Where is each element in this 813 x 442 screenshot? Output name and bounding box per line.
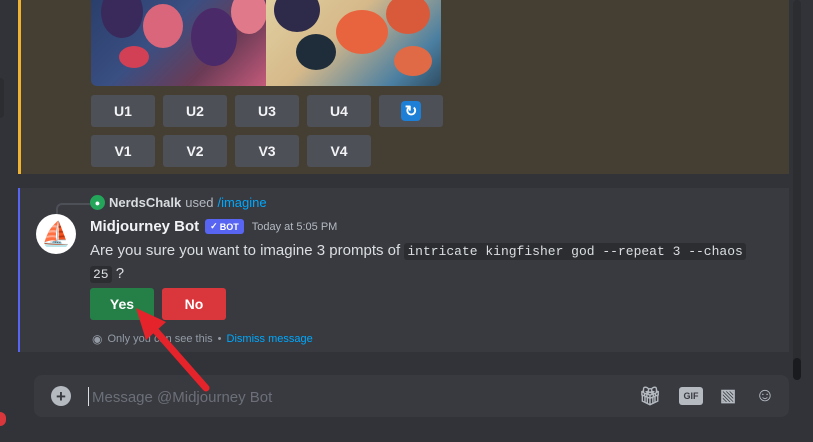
image-left[interactable]: [91, 0, 267, 86]
u2-button[interactable]: U2: [163, 95, 227, 127]
discord-avatar-icon: ●: [90, 195, 105, 210]
u1-button[interactable]: U1: [91, 95, 155, 127]
fig-shape: [143, 4, 183, 48]
reply-connector: [56, 203, 90, 215]
ephemeral-note: Only you can see this: [107, 333, 213, 345]
reply-command[interactable]: /imagine: [217, 195, 266, 210]
fig-shape: [274, 0, 320, 32]
message-text-prefix: Are you sure you want to imagine 3 promp…: [90, 242, 401, 259]
fig-shape: [191, 8, 237, 66]
fig-shape: [394, 46, 432, 76]
message-timestamp: Today at 5:05 PM: [251, 220, 338, 233]
v3-button[interactable]: V3: [235, 135, 299, 167]
reply-action: used: [185, 195, 214, 210]
message-body: Are you sure you want to imagine 3 promp…: [90, 240, 750, 286]
reply-username[interactable]: NerdsChalk: [109, 195, 181, 210]
dismiss-message-link[interactable]: Dismiss message: [227, 333, 313, 345]
confirmation-message: ● NerdsChalk used /imagine ⛵ Midjourney …: [18, 188, 789, 352]
eye-icon: ◉: [92, 332, 103, 346]
rail-pill: [0, 78, 4, 118]
message-composer: + 🎁︎ GIF ▧ ☺: [34, 375, 789, 417]
fig-shape: [336, 10, 388, 54]
u3-button[interactable]: U3: [235, 95, 299, 127]
ephemeral-notice: ◉ Only you can see this • Dismiss messag…: [92, 332, 313, 346]
reply-context[interactable]: ● NerdsChalk used /imagine: [90, 195, 267, 210]
upscale-button-row: U1 U2 U3 U4 ↻: [91, 95, 443, 127]
prompt-code-part1: intricate kingfisher god --repeat 3 --ch…: [404, 243, 746, 260]
message-text-suffix: ?: [115, 265, 125, 282]
gift-icon[interactable]: 🎁︎: [639, 385, 662, 407]
left-rail: [0, 0, 18, 442]
fig-shape: [231, 0, 267, 34]
verified-check-icon: ✓: [210, 221, 218, 231]
no-button[interactable]: No: [162, 288, 226, 320]
fig-shape: [101, 0, 143, 38]
gif-icon[interactable]: GIF: [679, 387, 703, 405]
author-name[interactable]: Midjourney Bot: [90, 218, 199, 235]
fig-shape: [119, 46, 149, 68]
confirm-button-row: Yes No: [90, 288, 226, 320]
v4-button[interactable]: V4: [307, 135, 371, 167]
bot-badge: ✓ BOT: [205, 219, 244, 234]
image-result-message: U1 U2 U3 U4 ↻ V1 V2 V3 V4: [18, 0, 789, 174]
prompt-code-part2: 25: [90, 266, 112, 283]
sailboat-icon: ⛵: [41, 220, 71, 248]
scroll-thumb[interactable]: [793, 358, 801, 380]
bot-badge-label: BOT: [219, 221, 239, 232]
reroll-button[interactable]: ↻: [379, 95, 443, 127]
add-attachment-icon[interactable]: +: [51, 386, 71, 406]
variation-button-row: V1 V2 V3 V4: [91, 135, 371, 167]
fig-shape: [296, 34, 336, 70]
chat-scrollbar[interactable]: [793, 0, 801, 380]
u4-button[interactable]: U4: [307, 95, 371, 127]
ephemeral-separator: •: [217, 333, 222, 345]
v2-button[interactable]: V2: [163, 135, 227, 167]
fig-shape: [386, 0, 430, 34]
message-input[interactable]: [90, 384, 554, 410]
image-right[interactable]: [266, 0, 441, 86]
sticker-icon[interactable]: ▧: [718, 385, 738, 407]
text-caret: [88, 387, 89, 406]
message-header: Midjourney Bot ✓ BOT Today at 5:05 PM: [90, 218, 337, 235]
refresh-icon: ↻: [401, 101, 421, 121]
emoji-icon[interactable]: ☺: [754, 385, 776, 407]
bot-avatar[interactable]: ⛵: [36, 214, 76, 254]
v1-button[interactable]: V1: [91, 135, 155, 167]
generated-image-grid[interactable]: [91, 0, 441, 86]
yes-button[interactable]: Yes: [90, 288, 154, 320]
